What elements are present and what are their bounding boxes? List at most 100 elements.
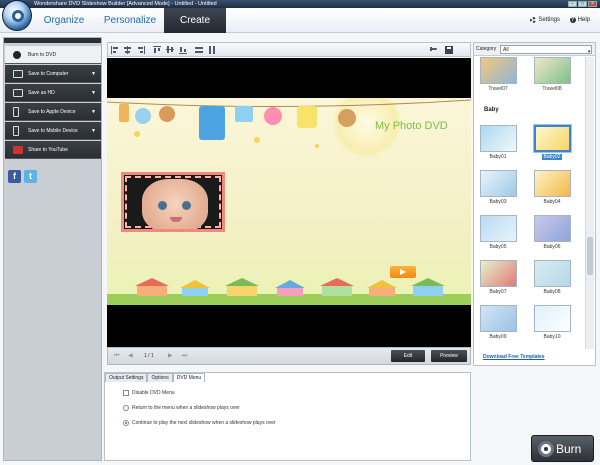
- burn-button[interactable]: Burn: [531, 435, 594, 462]
- monitor-icon: [13, 70, 23, 78]
- chevron-down-icon: ▼: [91, 90, 96, 96]
- template-name: Baby08: [543, 289, 561, 295]
- disc-icon: [13, 51, 21, 59]
- template-name: Baby06: [543, 244, 561, 250]
- template-name: Baby01: [489, 154, 507, 160]
- template-item[interactable]: Baby08: [530, 260, 574, 295]
- photo-frame[interactable]: [121, 172, 225, 232]
- template-name: Baby04: [543, 199, 561, 205]
- template-scrollbar[interactable]: [585, 57, 594, 349]
- sidebar-item-save-hd[interactable]: Save as HD ▼: [5, 84, 101, 102]
- template-thumbnail: [479, 125, 517, 152]
- next-page-icon[interactable]: ▶: [168, 353, 174, 359]
- preview-button[interactable]: Preview: [431, 350, 467, 362]
- template-thumbnail: [533, 215, 571, 242]
- sidebar-item-burn-dvd[interactable]: Burn to DVD: [5, 46, 101, 64]
- undo-icon[interactable]: [430, 46, 438, 54]
- baby-photo: [142, 179, 208, 229]
- chevron-down-icon: ▼: [91, 109, 96, 115]
- maximize-button[interactable]: □: [578, 1, 587, 7]
- template-thumbnail: [479, 215, 517, 242]
- template-panel: Category All ▾ Baby Travel07 Travel08 Baby…: [473, 42, 596, 366]
- align-center-icon[interactable]: [124, 46, 132, 54]
- social-links: f t: [8, 170, 37, 183]
- tab-organize[interactable]: Organize: [32, 8, 96, 33]
- template-item[interactable]: Baby03: [476, 170, 520, 205]
- align-left-icon[interactable]: [111, 46, 119, 54]
- category-select[interactable]: All ▾: [500, 45, 592, 55]
- template-section-header: Baby: [484, 107, 499, 113]
- template-item[interactable]: Baby10: [530, 305, 574, 340]
- template-item[interactable]: Baby04: [530, 170, 574, 205]
- align-bottom-icon[interactable]: [179, 46, 187, 54]
- template-item[interactable]: Baby09: [476, 305, 520, 340]
- tab-personalize[interactable]: Personalize: [96, 8, 164, 33]
- first-page-icon[interactable]: ⏮: [114, 353, 120, 359]
- tab-create[interactable]: Create: [164, 8, 226, 33]
- sidebar-item-save-apple[interactable]: Save to Apple Device ▼: [5, 103, 101, 121]
- continue-play-label: Continue to play the next slideshow when…: [132, 420, 276, 426]
- same-width-icon[interactable]: [195, 46, 203, 54]
- template-thumbnail: [479, 57, 517, 84]
- chevron-down-icon: ▾: [587, 49, 590, 55]
- photo-mouth: [170, 217, 182, 222]
- window-title: Wondershare DVD Slideshow Builder [Advan…: [34, 1, 217, 7]
- tab-dvd-menu[interactable]: DVD Menu: [172, 373, 206, 382]
- settings-button[interactable]: Settings: [530, 14, 560, 26]
- sidebar-item-save-computer[interactable]: Save to Computer ▼: [5, 65, 101, 83]
- chevron-down-icon: ▼: [91, 71, 96, 77]
- return-menu-option[interactable]: Return to the menu when a slideshow play…: [123, 404, 240, 412]
- return-menu-radio[interactable]: [123, 405, 129, 411]
- template-item[interactable]: Baby05: [476, 215, 520, 250]
- template-thumbnail: [532, 124, 572, 153]
- align-top-icon[interactable]: [153, 46, 161, 54]
- template-item[interactable]: Baby06: [530, 215, 574, 250]
- close-button[interactable]: ×: [588, 1, 597, 7]
- minimize-button[interactable]: –: [568, 1, 577, 7]
- template-name: Baby03: [489, 199, 507, 205]
- menu-title[interactable]: My Photo DVD: [375, 120, 448, 132]
- page-indicator: 1 / 1: [144, 353, 154, 359]
- sidebar-item-label: Save to Apple Device: [28, 109, 76, 115]
- twitter-icon[interactable]: t: [24, 170, 37, 183]
- template-name: Travel07: [488, 86, 508, 92]
- template-thumbnail: [479, 260, 517, 287]
- disable-menu-label: Disable DVD Menu: [132, 390, 175, 396]
- facebook-icon[interactable]: f: [8, 170, 21, 183]
- continue-play-option[interactable]: Continue to play the next slideshow when…: [123, 419, 276, 427]
- prev-page-icon[interactable]: ◀: [128, 353, 134, 359]
- template-item[interactable]: Baby02: [530, 124, 574, 160]
- disable-menu-checkbox[interactable]: [123, 390, 129, 396]
- sidebar-item-label: Share to YouTube: [28, 147, 68, 153]
- template-list: Baby Travel07 Travel08 Baby01 Baby02 Baby03 B…: [476, 57, 584, 349]
- youtube-icon: [13, 146, 23, 154]
- same-height-icon[interactable]: [208, 46, 216, 54]
- edit-button[interactable]: Edit: [391, 350, 425, 362]
- template-item[interactable]: Baby07: [476, 260, 520, 295]
- template-name: Travel08: [542, 86, 562, 92]
- template-item[interactable]: Baby01: [476, 125, 520, 160]
- window-controls: – □ ×: [568, 1, 597, 7]
- tab-output-settings[interactable]: Output Settings: [105, 373, 148, 382]
- disable-menu-option[interactable]: Disable DVD Menu: [123, 389, 175, 397]
- mobile-icon: [13, 126, 19, 136]
- category-label: Category: [476, 46, 497, 52]
- continue-play-radio[interactable]: [123, 420, 129, 426]
- tab-options[interactable]: Options: [147, 373, 173, 382]
- sidebar-item-save-mobile[interactable]: Save to Mobile Device ▼: [5, 122, 101, 140]
- align-right-icon[interactable]: [137, 46, 145, 54]
- save-icon[interactable]: [445, 46, 453, 54]
- last-page-icon[interactable]: ⏭: [182, 353, 188, 359]
- burn-disc-icon: [538, 441, 554, 457]
- scrollbar-thumb[interactable]: [587, 237, 593, 275]
- download-templates-link[interactable]: Download Free Templates: [483, 354, 545, 360]
- template-item[interactable]: Travel07: [476, 57, 520, 92]
- template-item[interactable]: Travel08: [530, 57, 574, 92]
- menu-preview: My Photo DVD: [107, 58, 471, 347]
- help-button[interactable]: ? Help: [569, 14, 590, 26]
- chevron-down-icon: ▼: [91, 128, 96, 134]
- sidebar-item-label: Save to Computer: [28, 71, 69, 77]
- align-middle-icon[interactable]: [166, 46, 174, 54]
- sidebar-item-youtube[interactable]: Share to YouTube: [5, 141, 101, 159]
- logo-disc-icon: [12, 10, 24, 22]
